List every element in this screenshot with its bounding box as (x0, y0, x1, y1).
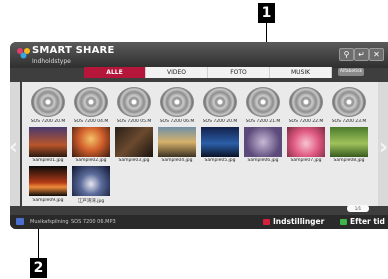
header-bar: SMART SHARE Indholdstype ⚲ ↵ ✕ (10, 42, 388, 68)
photo-caption: Sample04.jpg (161, 158, 193, 163)
now-playing-track: SOS 7200 06.MP3 (71, 219, 116, 225)
tab-video[interactable]: VIDEO (146, 67, 208, 78)
photo-thumb[interactable] (158, 127, 196, 157)
music-thumb[interactable] (115, 85, 153, 119)
callout-2-line (38, 227, 39, 258)
music-note-icon (16, 218, 24, 225)
music-caption: SOS 7200 22.M (288, 119, 324, 124)
page-indicator: 1/1 (347, 205, 369, 212)
music-caption: SOS 7200 20.M (202, 119, 238, 124)
photo-caption: Sample03.jpg (118, 158, 150, 163)
sort-by-time-label[interactable]: Efter tid (350, 217, 385, 226)
music-caption: SOS 7200 21.M (245, 119, 281, 124)
photo-thumb[interactable] (244, 127, 282, 157)
music-thumb[interactable] (330, 85, 368, 119)
close-icon[interactable]: ✕ (369, 48, 384, 61)
photo-caption: Sample02.jpg (75, 158, 107, 163)
tab-all[interactable]: ALLE (84, 67, 146, 78)
smart-share-screen: SMART SHARE Indholdstype ⚲ ↵ ✕ ALLE VIDE… (10, 42, 388, 229)
music-thumb[interactable] (158, 85, 196, 119)
smart-share-logo-icon (17, 48, 30, 59)
disc-icon (160, 87, 194, 117)
music-thumb[interactable] (72, 85, 110, 119)
music-caption: SOS 7200 04.M (73, 119, 109, 124)
photo-thumb[interactable] (287, 127, 325, 157)
disc-icon (74, 87, 108, 117)
photo-caption: Sample09.jpg (32, 198, 64, 203)
photo-thumb[interactable] (201, 127, 239, 157)
photo-thumb[interactable] (115, 127, 153, 157)
photo-thumb[interactable] (72, 127, 110, 157)
callout-2: 2 (30, 258, 47, 278)
disc-icon (246, 87, 280, 117)
music-caption: SOS 7200 05.M (116, 119, 152, 124)
disc-icon (31, 87, 65, 117)
disc-icon (203, 87, 237, 117)
music-caption: SOS 7200 23.M (331, 119, 367, 124)
disc-icon (117, 87, 151, 117)
photo-thumb[interactable] (29, 127, 67, 157)
sort-button[interactable]: Alfabetisk (338, 68, 364, 76)
disc-icon (332, 87, 366, 117)
green-button-icon[interactable] (340, 219, 347, 225)
content-tabs: ALLE VIDEO FOTO MUSIK (84, 67, 332, 78)
app-title: SMART SHARE (32, 45, 115, 56)
footer-bar: Musikafspilning SOS 7200 06.MP3 Indstill… (10, 215, 388, 229)
photo-thumb[interactable] (72, 166, 110, 196)
photo-caption: Sample01.jpg (32, 158, 64, 163)
music-caption: SOS 7200 20.M (30, 119, 66, 124)
photo-caption: 江戸湾湾.jpg (77, 199, 105, 204)
tab-music[interactable]: MUSIK (270, 67, 332, 78)
music-thumb[interactable] (29, 85, 67, 119)
settings-label[interactable]: Indstillinger (273, 217, 324, 226)
photo-caption: Sample05.jpg (204, 158, 236, 163)
music-thumb[interactable] (287, 85, 325, 119)
back-icon[interactable]: ↵ (354, 48, 369, 61)
chevron-right-icon[interactable]: › (379, 137, 388, 159)
callout-1: 1 (258, 3, 275, 23)
search-icon[interactable]: ⚲ (339, 48, 354, 61)
tab-photo[interactable]: FOTO (208, 67, 270, 78)
now-playing-label: Musikafspilning (30, 219, 69, 225)
chevron-left-icon[interactable]: ‹ (10, 137, 18, 159)
photo-caption: Sample08.jpg (333, 158, 365, 163)
photo-caption: Sample06.jpg (247, 158, 279, 163)
red-button-icon[interactable] (263, 219, 270, 225)
disc-icon (289, 87, 323, 117)
music-thumb[interactable] (201, 85, 239, 119)
photo-thumb[interactable] (29, 166, 67, 196)
photo-thumb[interactable] (330, 127, 368, 157)
content-type-label[interactable]: Indholdstype (32, 58, 71, 65)
music-caption: SOS 7200 06.M (159, 119, 195, 124)
photo-caption: Sample07.jpg (290, 158, 322, 163)
music-thumb[interactable] (244, 85, 282, 119)
